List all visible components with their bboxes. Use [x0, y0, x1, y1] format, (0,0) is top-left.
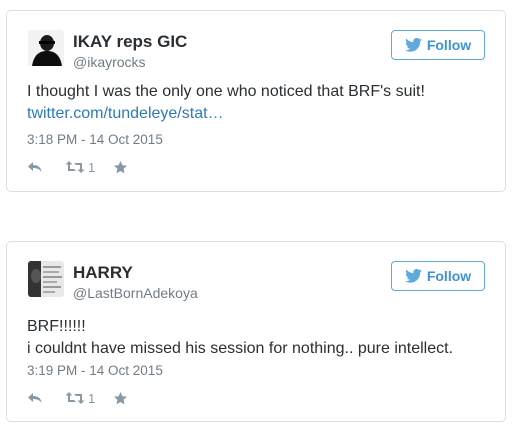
reply-icon: [28, 393, 42, 403]
twitter-bird-icon: [404, 269, 422, 283]
star-icon: [114, 160, 128, 173]
follow-button[interactable]: Follow: [391, 30, 485, 60]
follow-label: Follow: [426, 37, 472, 53]
tweet-actions: 1: [27, 388, 128, 408]
tweet-card: IKAY reps GIC @ikayrocks Follow I though…: [6, 10, 506, 192]
tweet-text: BRF!!!!!! i couldnt have missed his sess…: [27, 316, 453, 360]
retweet-button[interactable]: 1: [65, 391, 95, 406]
reply-button[interactable]: [27, 391, 43, 405]
reply-button[interactable]: [27, 160, 43, 174]
user-handle[interactable]: @LastBornAdekoya: [73, 285, 198, 301]
tweet-timestamp[interactable]: 3:18 PM - 14 Oct 2015: [27, 132, 163, 147]
tweet-card: HARRY @LastBornAdekoya Follow BRF!!!!!! …: [6, 241, 506, 422]
twitter-bird-icon: [404, 38, 422, 52]
favorite-button[interactable]: [113, 391, 128, 406]
follow-button[interactable]: Follow: [391, 261, 485, 291]
retweet-icon: [65, 392, 85, 404]
user-avatar-icon: [28, 30, 64, 66]
favorite-button[interactable]: [113, 160, 128, 175]
tweet-text: I thought I was the only one who noticed…: [27, 81, 425, 125]
reply-icon: [28, 162, 42, 172]
user-avatar-icon: [28, 261, 64, 297]
tweet-text-line: BRF!!!!!!: [27, 318, 86, 335]
retweet-count: 1: [88, 159, 96, 175]
follow-label: Follow: [426, 268, 472, 284]
display-name[interactable]: IKAY reps GIC: [73, 32, 187, 52]
user-handle[interactable]: @ikayrocks: [73, 54, 146, 70]
tweet-actions: 1: [27, 157, 128, 177]
tweet-text-line: I thought I was the only one who noticed…: [27, 83, 425, 100]
tweet-text-line: i couldnt have missed his session for no…: [27, 340, 454, 357]
tweet-link[interactable]: twitter.com/tundeleye/stat…: [27, 105, 224, 122]
retweet-button[interactable]: 1: [65, 160, 95, 175]
retweet-icon: [65, 161, 85, 173]
tweet-timestamp[interactable]: 3:19 PM - 14 Oct 2015: [27, 363, 163, 378]
retweet-count: 1: [88, 390, 96, 406]
avatar[interactable]: [28, 30, 64, 66]
star-icon: [114, 391, 128, 404]
avatar[interactable]: [28, 261, 64, 297]
display-name[interactable]: HARRY: [73, 263, 133, 283]
